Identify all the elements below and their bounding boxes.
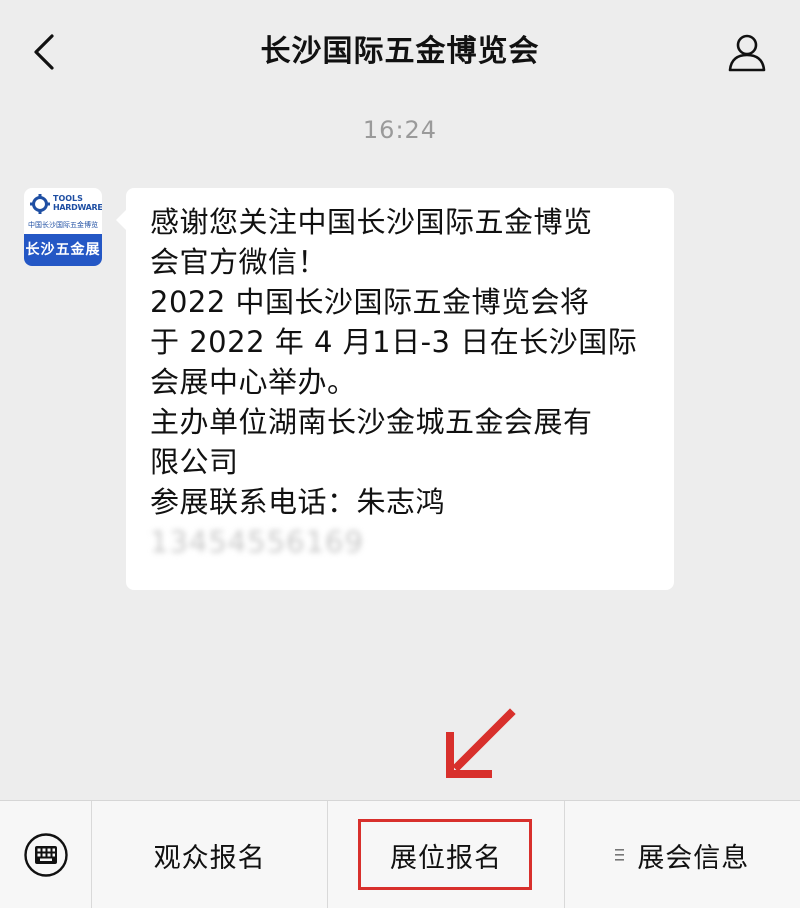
logo-text-tools: TOOLS — [53, 194, 83, 203]
message-line: 会展中心举办。 — [150, 365, 357, 399]
keyboard-icon — [23, 833, 68, 877]
message-timestamp: 16:24 — [362, 116, 438, 144]
chevron-left-icon — [34, 34, 54, 70]
bottom-menu-bar: 观众报名 展位报名 展会信息 — [0, 800, 800, 908]
message-line: 于 2022 年 4 月1日-3 日在长沙国际 — [150, 325, 638, 359]
menu-exhibition-info[interactable]: 展会信息 — [565, 801, 800, 908]
logo-text-hardware: HARDWARE — [53, 203, 102, 212]
logo-subtitle: 中国长沙国际五金博览会 — [28, 221, 98, 229]
menu-audience-registration[interactable]: 观众报名 — [92, 801, 329, 908]
back-button[interactable] — [22, 28, 66, 76]
highlight-box — [358, 819, 533, 890]
avatar-label: 长沙五金展 — [24, 234, 102, 266]
blurred-phone-number: 13454556169 — [150, 525, 364, 559]
message-line: 参展联系电话：朱志鸿 — [150, 485, 446, 519]
message-line: 限公司 — [150, 445, 239, 479]
account-avatar[interactable]: TOOLS HARDWARE 中国长沙国际五金博览会 长沙五金展 — [24, 188, 102, 266]
red-arrow-annotation — [446, 708, 516, 778]
message-line: 2022 中国长沙国际五金博览会将 — [150, 285, 590, 319]
person-icon — [728, 34, 766, 72]
profile-button[interactable] — [722, 28, 772, 76]
bubble-tail — [116, 210, 126, 230]
menu-lines-icon — [615, 849, 625, 861]
menu-item-label: 展会信息 — [637, 842, 750, 874]
message-line: 主办单位湖南长沙金城五金会展有 — [150, 405, 593, 439]
gear-logo-icon — [30, 194, 50, 214]
message-bubble[interactable]: 感谢您关注中国长沙国际五金博览 会官方微信！ 2022 中国长沙国际五金博览会将… — [116, 188, 674, 590]
header-bar: 长沙国际五金博览会 — [0, 0, 800, 104]
message-line: 感谢您关注中国长沙国际五金博览 — [150, 205, 593, 239]
keyboard-toggle-button[interactable] — [0, 801, 92, 908]
menu-item-label: 观众报名 — [153, 842, 266, 874]
page-title: 长沙国际五金博览会 — [260, 34, 540, 69]
menu-booth-registration[interactable]: 展位报名 — [328, 801, 565, 908]
message-line: 会官方微信！ — [150, 245, 328, 279]
